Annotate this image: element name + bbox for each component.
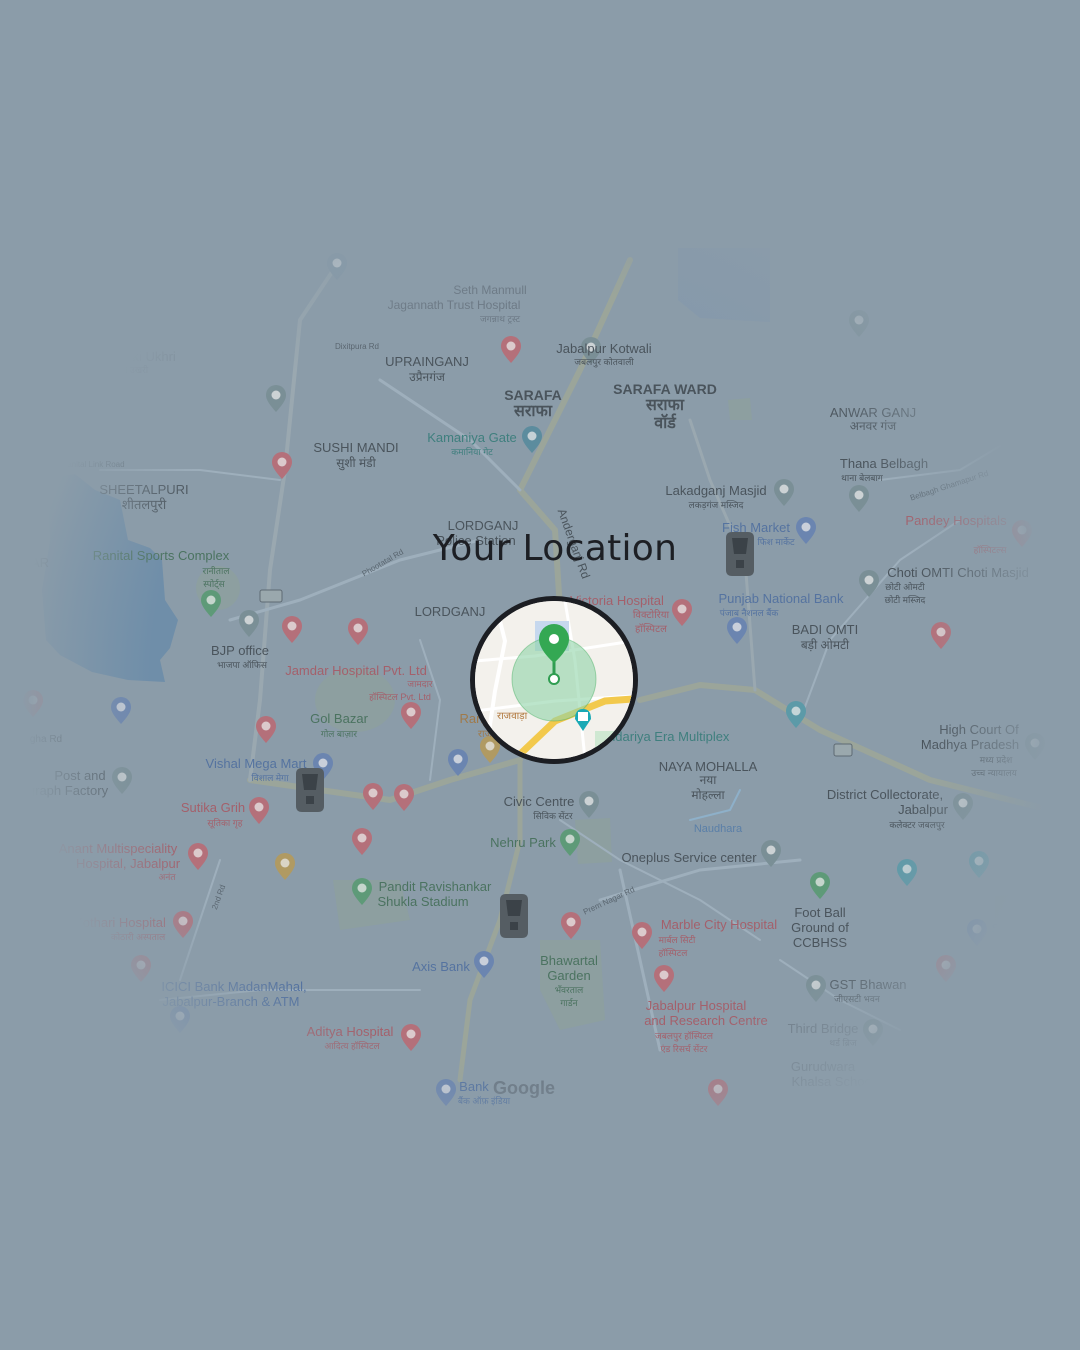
your-location-preview[interactable]: राजवाड़ा xyxy=(470,596,638,764)
location-mini-map: राजवाड़ा xyxy=(475,601,633,759)
transit-marker-icon[interactable] xyxy=(496,892,532,940)
transit-marker-icon[interactable] xyxy=(292,766,328,814)
page-title: Your Location xyxy=(432,528,678,569)
svg-text:राजवाड़ा: राजवाड़ा xyxy=(497,711,528,722)
